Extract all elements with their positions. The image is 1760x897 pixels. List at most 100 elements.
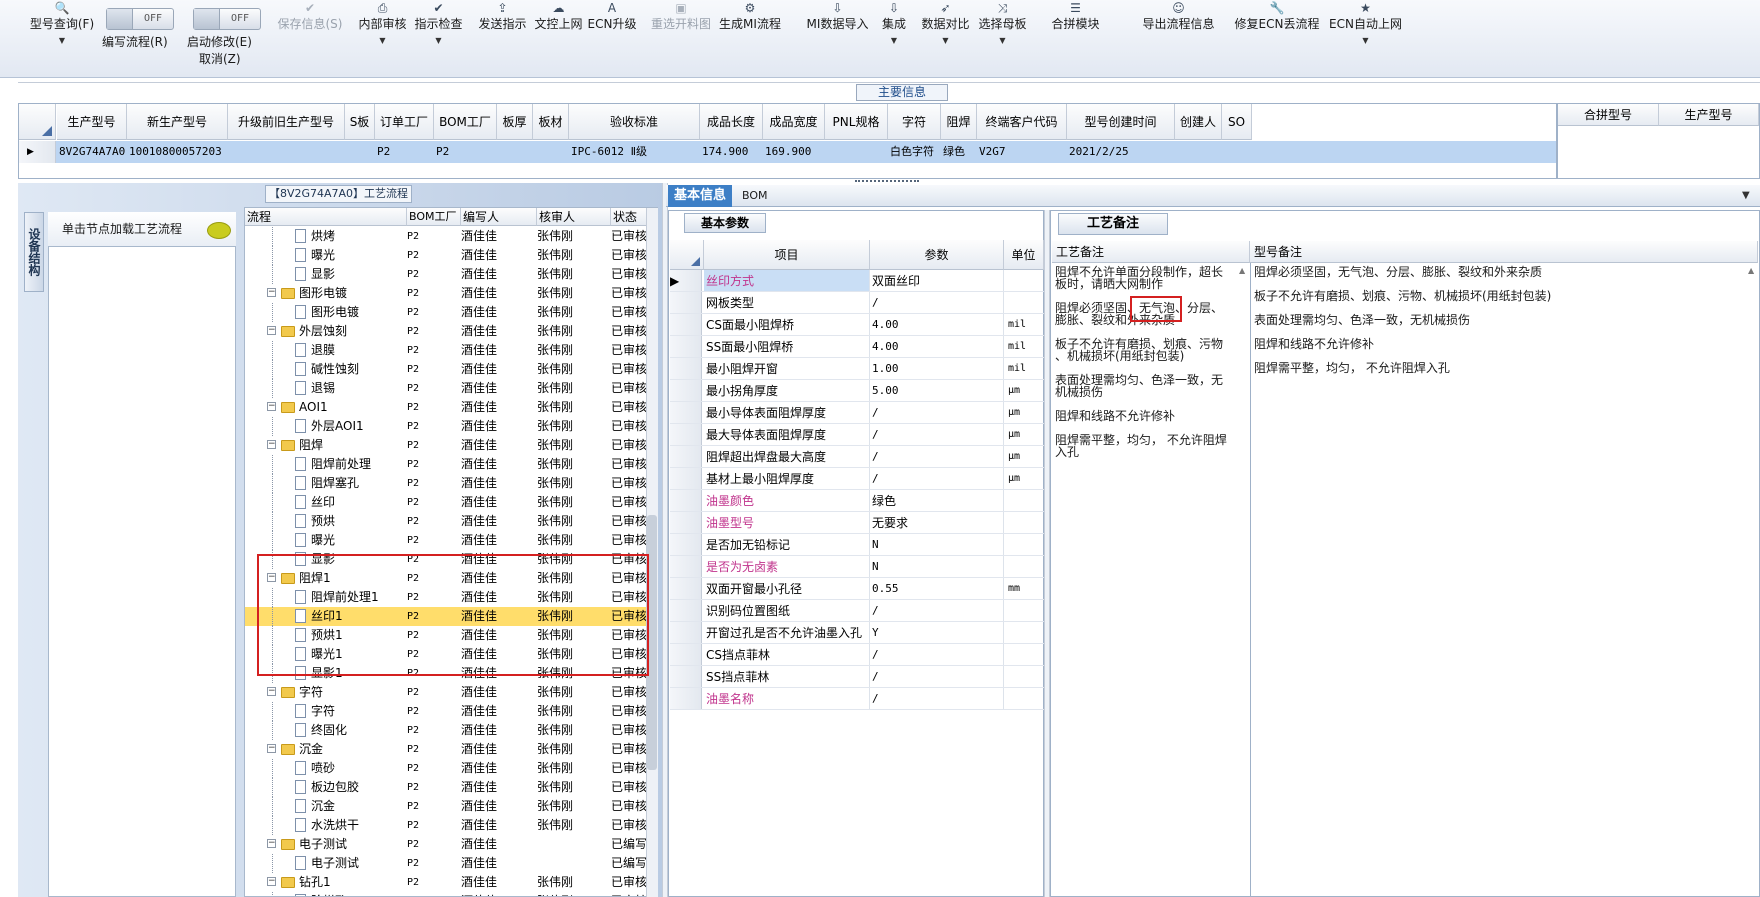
col-header[interactable]: 板厚: [497, 104, 533, 140]
param-row[interactable]: SS面最小阻焊桥 4.00 mil: [670, 336, 1044, 358]
col-reviewer[interactable]: 核审人: [537, 208, 611, 226]
col-writer[interactable]: 编写人: [461, 208, 537, 226]
tree-row[interactable]: 终固化 P2 酒佳佳 张伟刚 已审核: [245, 721, 647, 740]
tree-row[interactable]: 阻焊前处理 P2 酒佳佳 张伟刚 已审核: [245, 455, 647, 474]
scroll-up-icon[interactable]: ▲: [1748, 266, 1754, 275]
param-value[interactable]: /: [870, 644, 1004, 665]
param-value[interactable]: 双面丝印: [870, 270, 1004, 291]
col-header[interactable]: 验收标准: [569, 104, 700, 140]
param-value[interactable]: 1.00: [870, 358, 1004, 379]
param-value[interactable]: /: [870, 424, 1004, 445]
toolbar-button-13[interactable]: ☰ 合拼模块: [1048, 2, 1103, 32]
param-value[interactable]: N: [870, 556, 1004, 577]
param-value[interactable]: /: [870, 292, 1004, 313]
col-header[interactable]: 升级前旧生产型号: [228, 104, 345, 140]
param-value[interactable]: /: [870, 600, 1004, 621]
param-row[interactable]: 最小阻焊开窗 1.00 mil: [670, 358, 1044, 380]
col-header[interactable]: 创建人: [1175, 104, 1222, 140]
toolbar-button-3[interactable]: ✔ 指示检查 ▼: [411, 2, 466, 46]
tree-row[interactable]: − 钻孔1 P2 酒佳佳 张伟刚 已审核: [245, 873, 647, 892]
toolbar-button-12[interactable]: ⤨ 选择母板 ▼: [975, 2, 1030, 46]
collapse-arrow-icon[interactable]: ▼: [1742, 190, 1750, 201]
cancel-label[interactable]: 取消(Z): [199, 52, 241, 67]
tree-row[interactable]: − AOI1 P2 酒佳佳 张伟刚 已审核: [245, 398, 647, 417]
param-row[interactable]: 基材上最小阻焊厚度 / μm: [670, 468, 1044, 490]
tree-row[interactable]: 喷砂 P2 酒佳佳 张伟刚 已审核: [245, 759, 647, 778]
tree-row[interactable]: − 电子测试 P2 酒佳佳 已编写: [245, 835, 647, 854]
tab-device-structure[interactable]: 设备结构: [24, 212, 44, 292]
toolbar-button-11[interactable]: ➶ 数据对比 ▼: [918, 2, 973, 46]
tree-row[interactable]: 退膜 P2 酒佳佳 张伟刚 已审核: [245, 341, 647, 360]
tab-process-notes[interactable]: 工艺备注: [1058, 213, 1168, 235]
param-row[interactable]: 最小拐角厚度 5.00 μm: [670, 380, 1044, 402]
param-row[interactable]: 阻焊超出焊盘最大高度 / μm: [670, 446, 1044, 468]
expand-toggle-icon[interactable]: −: [267, 440, 276, 449]
col-header[interactable]: BOM工厂: [434, 104, 497, 140]
param-value[interactable]: 4.00: [870, 336, 1004, 357]
param-row[interactable]: 油墨名称 /: [670, 688, 1044, 710]
param-row[interactable]: CS挡点菲林 /: [670, 644, 1044, 666]
toolbar-button-2[interactable]: ⎙ 内部审核 ▼: [355, 2, 410, 46]
param-value[interactable]: /: [870, 446, 1004, 467]
tree-row[interactable]: 阶梯孔1P2酒佳佳张伟刚已审核: [245, 892, 647, 896]
param-row[interactable]: 油墨型号 无要求: [670, 512, 1044, 534]
tree-row[interactable]: − 图形电镀 P2 酒佳佳 张伟刚 已审核: [245, 284, 647, 303]
param-row[interactable]: 是否加无铅标记 N: [670, 534, 1044, 556]
tree-row[interactable]: − 阻焊 P2 酒佳佳 张伟刚 已审核: [245, 436, 647, 455]
edit-flow-toggle[interactable]: OFF: [106, 8, 174, 30]
tree-row[interactable]: 板边包胶 P2 酒佳佳 张伟刚 已审核: [245, 778, 647, 797]
tree-row[interactable]: 曝光 P2 酒佳佳 张伟刚 已审核: [245, 531, 647, 550]
col-header[interactable]: S板: [345, 104, 375, 140]
col-header[interactable]: SO: [1222, 104, 1252, 140]
param-value[interactable]: /: [870, 468, 1004, 489]
col-bom-factory[interactable]: BOM工厂: [407, 208, 461, 226]
tree-row[interactable]: 字符 P2 酒佳佳 张伟刚 已审核: [245, 702, 647, 721]
col-header[interactable]: 成品宽度: [763, 104, 825, 140]
toolbar-button-7[interactable]: ▣ 重选开料图: [636, 2, 726, 32]
expand-toggle-icon[interactable]: −: [267, 744, 276, 753]
param-row[interactable]: 网板类型 /: [670, 292, 1044, 314]
param-value[interactable]: 5.00: [870, 380, 1004, 401]
param-value[interactable]: 0.55: [870, 578, 1004, 599]
tree-row[interactable]: 电子测试 P2 酒佳佳 已编写: [245, 854, 647, 873]
col-flow[interactable]: 流程: [245, 208, 407, 226]
param-value[interactable]: /: [870, 402, 1004, 423]
param-value[interactable]: 绿色: [870, 490, 1004, 511]
toolbar-button-8[interactable]: ⚙ 生成MI流程: [715, 2, 785, 32]
col-header[interactable]: 生产型号: [57, 104, 127, 140]
param-row[interactable]: 最大导体表面阻焊厚度 / μm: [670, 424, 1044, 446]
tree-row[interactable]: 阻焊塞孔 P2 酒佳佳 张伟刚 已审核: [245, 474, 647, 493]
toolbar-button-14[interactable]: ☺ 导出流程信息: [1136, 2, 1221, 32]
toolbar-button-6[interactable]: A ECN升级: [588, 2, 637, 32]
merge-model-header[interactable]: 合拼型号: [1558, 104, 1659, 126]
param-row[interactable]: 最小导体表面阻焊厚度 / μm: [670, 402, 1044, 424]
tree-row[interactable]: − 外层蚀刻 P2 酒佳佳 张伟刚 已审核: [245, 322, 647, 341]
param-row[interactable]: 是否为无卤素 N: [670, 556, 1044, 578]
tree-row[interactable]: 显影 P2 酒佳佳 张伟刚 已审核: [245, 265, 647, 284]
toolbar-button-1[interactable]: ✔ 保存信息(S): [270, 2, 350, 32]
expand-toggle-icon[interactable]: −: [267, 402, 276, 411]
param-row[interactable]: ▶ 丝印方式 双面丝印: [670, 270, 1044, 292]
toolbar-button-5[interactable]: ☁ 文控上网: [531, 2, 586, 32]
tree-row[interactable]: 退锡 P2 酒佳佳 张伟刚 已审核: [245, 379, 647, 398]
col-header[interactable]: PNL规格: [825, 104, 888, 140]
params-col-item[interactable]: 项目: [704, 240, 870, 270]
toolbar-button-4[interactable]: ⇪ 发送指示: [475, 2, 530, 32]
tree-row[interactable]: − 沉金 P2 酒佳佳 张伟刚 已审核: [245, 740, 647, 759]
col-header[interactable]: 终端客户代码: [977, 104, 1067, 140]
param-row[interactable]: CS面最小阻焊桥 4.00 mil: [670, 314, 1044, 336]
tree-row[interactable]: − 字符 P2 酒佳佳 张伟刚 已审核: [245, 683, 647, 702]
param-value[interactable]: /: [870, 688, 1004, 709]
expand-toggle-icon[interactable]: −: [267, 288, 276, 297]
tab-bom[interactable]: BOM: [742, 185, 782, 207]
tree-row[interactable]: 外层AOI1 P2 酒佳佳 张伟刚 已审核: [245, 417, 647, 436]
tab-basic-params[interactable]: 基本参数: [684, 213, 766, 233]
toolbar-button-15[interactable]: 🔧 修复ECN丢流程: [1232, 2, 1322, 32]
col-header[interactable]: 板材: [533, 104, 569, 140]
tab-basic-info[interactable]: 基本信息: [668, 185, 732, 207]
col-header[interactable]: 字符: [888, 104, 941, 140]
tree-row[interactable]: 碱性蚀刻 P2 酒佳佳 张伟刚 已审核: [245, 360, 647, 379]
expand-toggle-icon[interactable]: −: [267, 687, 276, 696]
params-col-value[interactable]: 参数: [870, 240, 1004, 270]
param-value[interactable]: /: [870, 666, 1004, 687]
